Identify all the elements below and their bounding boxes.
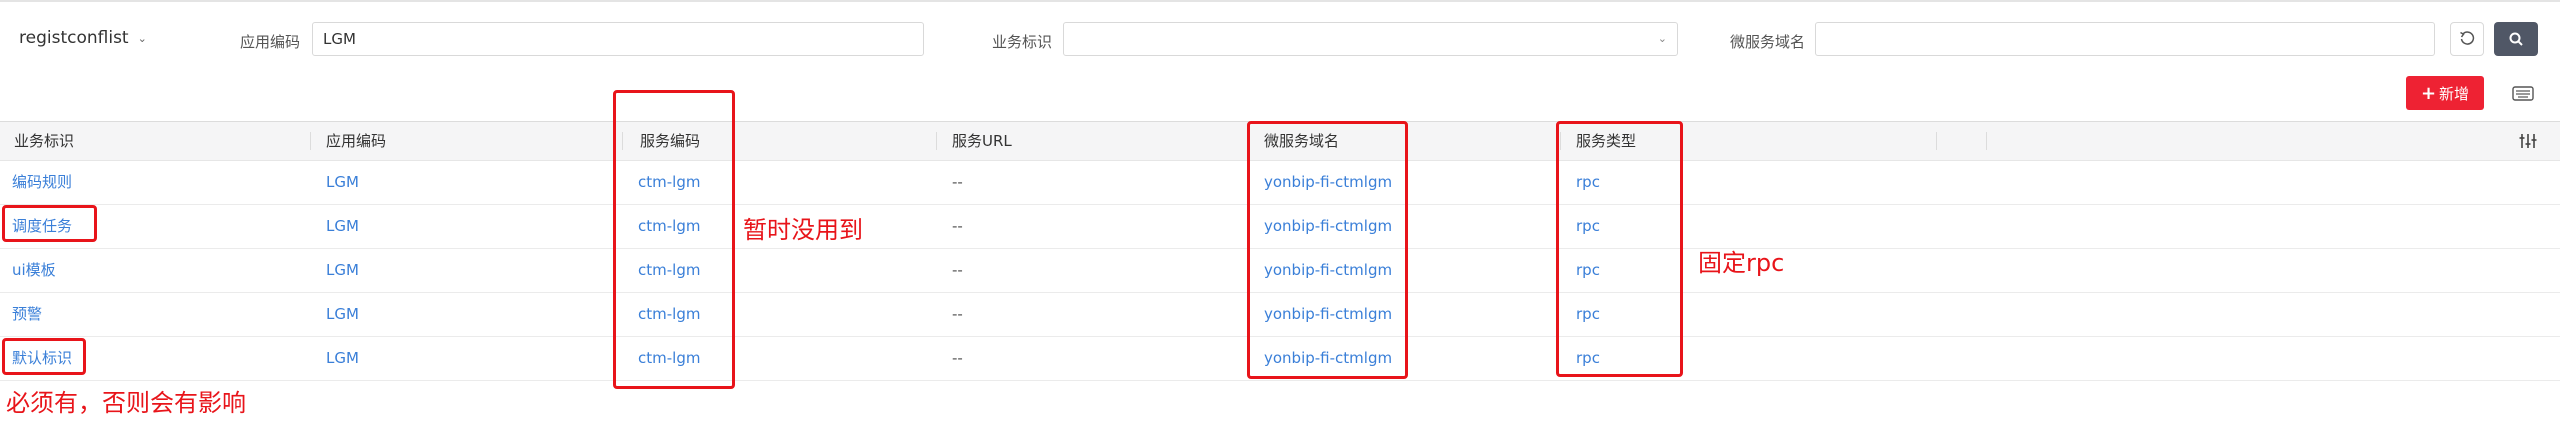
- chevron-down-icon: ⌄: [137, 31, 147, 45]
- cell-service-url: --: [952, 173, 963, 191]
- annotation-box-service-code: [613, 90, 735, 389]
- search-button[interactable]: [2494, 22, 2538, 56]
- refresh-icon: [2460, 31, 2475, 45]
- cell-service-url: --: [952, 349, 963, 367]
- search-icon: [2509, 32, 2523, 46]
- annotation-biz-id-note: 必须有，否则会有影响: [6, 389, 246, 417]
- column-divider: [1936, 132, 1937, 150]
- app-code-label: 应用编码: [240, 33, 301, 51]
- cell-app-code[interactable]: LGM: [326, 337, 359, 380]
- annotation-service-type-note: 固定rpc: [1698, 249, 1785, 277]
- add-button-label: 新增: [2439, 84, 2470, 103]
- column-settings-icon[interactable]: [2518, 132, 2538, 150]
- cell-service-url: --: [952, 217, 963, 235]
- cell-biz-id[interactable]: 编码规则: [12, 161, 72, 204]
- column-divider: [310, 132, 311, 150]
- header-app-code: 应用编码: [326, 132, 387, 150]
- annotation-box-service-type: [1556, 121, 1683, 377]
- cell-biz-id[interactable]: ui模板: [12, 249, 56, 292]
- annotation-box-micro-service: [1247, 121, 1408, 379]
- annotation-box-default-id: [2, 338, 86, 375]
- app-code-input[interactable]: LGM: [312, 22, 924, 56]
- column-divider: [936, 132, 937, 150]
- keyboard-icon[interactable]: [2512, 84, 2534, 102]
- cell-app-code[interactable]: LGM: [326, 249, 359, 292]
- cell-app-code[interactable]: LGM: [326, 293, 359, 336]
- cell-app-code[interactable]: LGM: [326, 161, 359, 204]
- chevron-down-icon: ⌄: [1657, 32, 1667, 45]
- cell-service-url: --: [952, 261, 963, 279]
- column-divider: [1986, 132, 1987, 150]
- reset-button[interactable]: [2450, 22, 2484, 56]
- micro-service-input[interactable]: [1815, 22, 2435, 56]
- cell-app-code[interactable]: LGM: [326, 205, 359, 248]
- cell-service-url: --: [952, 305, 963, 323]
- app-code-value: LGM: [323, 30, 356, 48]
- filter-bar: registconflist ⌄ 应用编码 LGM 业务标识 ⌄ 微服务域名: [0, 0, 2560, 80]
- header-biz-id: 业务标识: [14, 132, 75, 150]
- cell-biz-id[interactable]: 预警: [12, 293, 42, 336]
- annotation-box-schedule-task: [2, 205, 97, 242]
- biz-id-label: 业务标识: [992, 33, 1053, 51]
- app-selector-label: registconflist: [19, 28, 129, 48]
- add-button[interactable]: + 新增: [2406, 76, 2484, 110]
- plus-icon: +: [2420, 82, 2437, 104]
- header-service-url: 服务URL: [952, 132, 1012, 150]
- annotation-service-code-note: 暂时没用到: [743, 216, 863, 244]
- micro-service-label: 微服务域名: [1730, 33, 1806, 51]
- biz-id-select[interactable]: ⌄: [1063, 22, 1678, 56]
- app-selector[interactable]: registconflist ⌄: [19, 28, 147, 48]
